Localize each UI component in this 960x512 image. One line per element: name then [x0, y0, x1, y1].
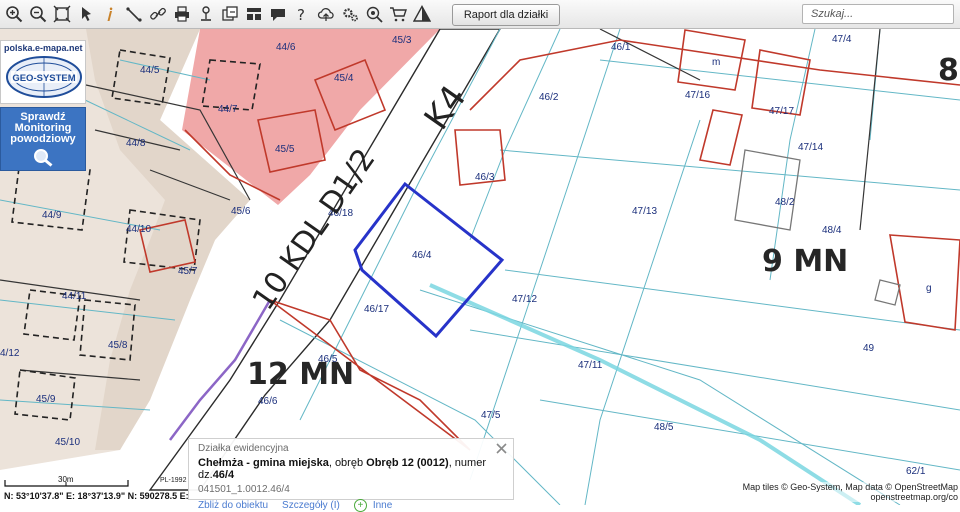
flood-label-3: powodziowy	[10, 133, 76, 145]
settings-icon[interactable]	[340, 4, 360, 24]
parcel-label: 47/5	[481, 410, 501, 421]
parcel-label: 44/11	[62, 291, 87, 302]
parcel-label: 45/3	[392, 35, 412, 46]
parcel-label: 46/3	[475, 172, 495, 183]
parcel-label: 44/8	[126, 138, 146, 149]
popup-obreb: Obręb 12 (0012)	[366, 457, 449, 469]
parcel-label: 45/10	[55, 437, 80, 448]
parcel-label: 47/14	[798, 142, 823, 153]
parcel-label: 47/16	[685, 90, 710, 101]
more-link[interactable]: Inne	[373, 500, 392, 511]
magnifier-icon	[34, 149, 53, 167]
close-icon[interactable]	[496, 443, 507, 454]
zone-label: 8	[938, 53, 959, 88]
svg-text:?: ?	[297, 6, 305, 23]
popup-obreb-prefix: , obręb	[328, 457, 367, 469]
parcel-label: 47/17	[769, 106, 794, 117]
brand-url: polska.e-mapa.net	[4, 43, 83, 53]
print-icon[interactable]	[172, 4, 192, 24]
crs-label: PL-1992	[160, 477, 187, 484]
parcel-label: 44/6	[276, 42, 296, 53]
parcel-label: 48/2	[775, 197, 795, 208]
toolbar: ? Raport dla działki	[0, 0, 960, 29]
pin-icon[interactable]	[196, 4, 216, 24]
pointer-icon[interactable]	[76, 4, 96, 24]
parcel-label: 46/6	[258, 396, 278, 407]
layout-icon[interactable]	[244, 4, 264, 24]
add-icon[interactable]: +	[353, 499, 367, 512]
map-layer: 44/6 45/3 46/1 47/4 44/5 45/4 46/2 47/16…	[0, 29, 960, 505]
flood-monitoring-button[interactable]: Sprawdź Monitoring powodziowy	[0, 107, 86, 171]
measure-icon[interactable]	[124, 4, 144, 24]
building-gray-outlines	[734, 149, 901, 306]
parcel-label: 46/1	[611, 42, 631, 53]
parcel-info-popup: Działka ewidencyjna Chełmża - gmina miej…	[188, 438, 514, 512]
locate-icon[interactable]	[364, 4, 384, 24]
parcel-label: 47/13	[632, 206, 657, 217]
link-icon[interactable]	[148, 4, 168, 24]
coordinate-readout: N: 53°10'37.8" E: 18°37'13.9" N: 590278.…	[4, 491, 189, 501]
brand-box[interactable]: polska.e-mapa.net GEO-SYSTEM	[0, 40, 86, 104]
attribution-line-1: Map tiles © Geo-System, Map data © OpenS…	[742, 482, 958, 492]
zoom-extent-icon[interactable]	[52, 4, 72, 24]
usage-label: m	[712, 57, 720, 68]
popup-parcel-line: Chełmża - gmina miejska, obręb Obręb 12 …	[198, 457, 504, 481]
attribution-line-2: openstreetmap.org/co	[870, 492, 958, 502]
popup-municipality: Chełmża - gmina miejska	[198, 457, 329, 469]
export-icon[interactable]	[220, 4, 240, 24]
zone-label: 9 MN	[762, 244, 848, 279]
usage-label: g	[926, 283, 932, 294]
parcel-label: 47/4	[832, 34, 852, 45]
parcel-label: 44/10	[126, 224, 151, 235]
comment-icon[interactable]	[268, 4, 288, 24]
parcel-label: 62/1	[906, 466, 926, 477]
scale-label: 30m	[58, 475, 74, 484]
map-canvas[interactable]: 44/6 45/3 46/1 47/4 44/5 45/4 46/2 47/16…	[0, 29, 960, 505]
parcel-label: 45/6	[231, 206, 251, 217]
cart-icon[interactable]	[388, 4, 408, 24]
parcel-label: 45/4	[334, 73, 354, 84]
parcel-label: 45/9	[36, 394, 56, 405]
warning-icon[interactable]	[412, 4, 432, 24]
popup-parcel-code: 041501_1.0012.46/4	[198, 484, 290, 495]
parcel-label: 4/12	[0, 348, 20, 359]
parcel-label: 49	[863, 343, 875, 354]
details-link[interactable]: Szczegóły (I)	[282, 500, 340, 511]
parcel-label: 44/7	[218, 104, 238, 115]
parcel-label: 47/11	[578, 360, 603, 371]
parcel-label: 47/12	[512, 294, 537, 305]
zoom-in-icon[interactable]	[4, 4, 24, 24]
popup-links: Zbliż do obiektu Szczegóły (I) + Inne	[198, 499, 504, 512]
parcel-label: 48/4	[822, 225, 842, 236]
cloud-upload-icon[interactable]	[316, 4, 336, 24]
parcel-label: 45/7	[178, 266, 198, 277]
zoom-to-object-link[interactable]: Zbliż do obiektu	[198, 500, 268, 511]
parcel-label: 48/5	[654, 422, 674, 433]
help-icon[interactable]: ?	[292, 4, 312, 24]
geo-system-logo: GEO-SYSTEM	[6, 56, 82, 98]
logo-text: GEO-SYSTEM	[12, 73, 75, 84]
zoom-out-icon[interactable]	[28, 4, 48, 24]
parcel-label: 45/8	[108, 340, 128, 351]
info-icon[interactable]	[100, 4, 120, 24]
popup-number: 46/4	[212, 469, 235, 481]
popup-title: Działka ewidencyjna	[198, 443, 289, 454]
zone-label: 12 MN	[247, 357, 354, 392]
parcel-label: 44/5	[140, 65, 160, 76]
search-input[interactable]	[802, 4, 954, 24]
parcel-label: 46/2	[539, 92, 559, 103]
map-attribution: Map tiles © Geo-System, Map data © OpenS…	[742, 482, 958, 502]
parcel-label: 46/17	[364, 304, 389, 315]
report-button[interactable]: Raport dla działki	[452, 4, 560, 26]
parcel-label: 44/9	[42, 210, 62, 221]
parcel-label: 45/5	[275, 144, 295, 155]
parcel-label: 46/4	[412, 250, 432, 261]
